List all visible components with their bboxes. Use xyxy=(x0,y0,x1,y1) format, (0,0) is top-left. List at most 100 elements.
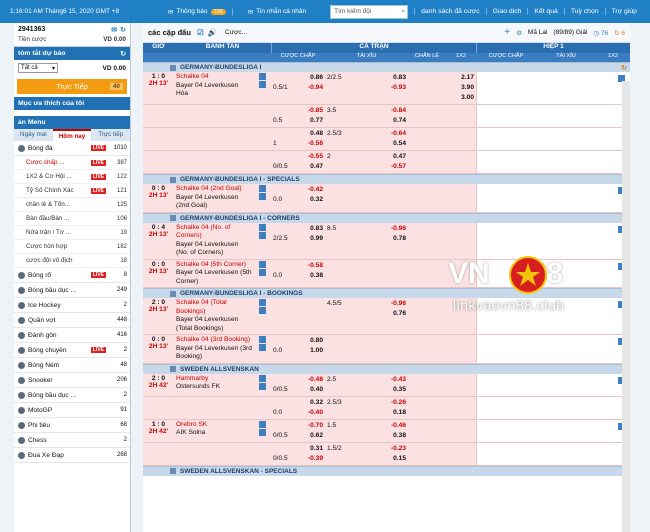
odds-value[interactable]: -0.93 xyxy=(372,83,406,93)
top-nav-item[interactable]: Kết quả xyxy=(527,8,563,15)
tab-tomorrow[interactable]: Ngày mai xyxy=(14,129,53,141)
odds-value[interactable]: 2.17 xyxy=(448,73,474,83)
collapse-icon[interactable] xyxy=(170,366,176,372)
top-nav-item[interactable]: Trợ giúp xyxy=(604,8,643,15)
odds-value[interactable]: -0.23 xyxy=(372,444,406,454)
sport-item[interactable]: Bóng đá LIVE 1010 xyxy=(14,141,130,156)
collapse-icon[interactable] xyxy=(170,468,176,474)
odds-type-select[interactable]: Mã Lai xyxy=(528,29,548,36)
league-header[interactable]: SWEDEN ALLSVENSKAN - SPECIALS xyxy=(143,465,630,476)
stats-icon[interactable] xyxy=(259,299,266,306)
league-header[interactable]: GERMANY-BUNDESLIGA I - BOOKINGS↻ xyxy=(143,288,630,298)
odds-value[interactable]: 0.31 xyxy=(293,444,323,454)
tab-live[interactable]: Trực tiếp xyxy=(91,129,131,141)
sport-item[interactable]: Đánh gôn 416 xyxy=(14,328,130,343)
sound-icon[interactable]: 🔊 xyxy=(208,28,217,37)
sport-subitem[interactable]: 1X2 & Cơ Hội ... LIVE 122 xyxy=(14,170,130,184)
odds-value[interactable]: 0.38 xyxy=(293,271,323,281)
favorites-header[interactable]: Mục ưa thích của tôi xyxy=(14,97,130,110)
odds-value[interactable]: -0.70 xyxy=(293,421,323,431)
summary-header[interactable]: tóm tắt dự báo ↻ xyxy=(14,47,130,60)
odds-value[interactable]: 0.18 xyxy=(372,408,406,418)
tv-icon[interactable] xyxy=(259,382,266,390)
odds-value[interactable]: 0.78 xyxy=(372,234,406,244)
scrollbar[interactable] xyxy=(622,81,630,532)
odds-value[interactable]: 0.80 xyxy=(293,336,323,346)
stats-icon[interactable] xyxy=(259,73,266,80)
sport-subitem[interactable]: cược đội vô địch 18 xyxy=(14,254,130,268)
odds-value[interactable]: 0.86 xyxy=(293,73,323,83)
odds-value[interactable]: 0.74 xyxy=(372,116,406,126)
tv-icon[interactable] xyxy=(259,193,266,200)
sport-subitem[interactable]: Bàn đầu/Bàn ... 106 xyxy=(14,212,130,226)
live-button[interactable]: Trực Tiếp 40 xyxy=(17,79,127,94)
tv-icon[interactable] xyxy=(259,231,266,239)
stats-icon[interactable] xyxy=(259,185,266,192)
odds-value[interactable]: -0.55 xyxy=(293,152,323,162)
collapse-icon[interactable] xyxy=(170,64,176,71)
counter-2[interactable]: ↻ 6 xyxy=(614,29,625,37)
league-header[interactable]: GERMANY-BUNDESLIGA I - CORNERS↻ xyxy=(143,212,630,223)
league-header[interactable]: GERMANY-BUNDESLIGA I - SPECIALS↻ xyxy=(143,174,630,184)
sport-item[interactable]: Bóng Ném 48 xyxy=(14,358,130,373)
league-header[interactable]: GERMANY-BUNDESLIGA I ↻ xyxy=(143,62,630,72)
odds-value[interactable]: 3.90 xyxy=(448,83,474,93)
sport-subitem[interactable]: Nửa trận / Tơ ... 19 xyxy=(14,226,130,240)
odds-value[interactable]: 0.62 xyxy=(293,431,323,441)
top-nav-item[interactable]: Tuỳ chọn xyxy=(563,8,605,15)
sport-subitem[interactable]: Tỷ Số Chính Xác LIVE 121 xyxy=(14,184,130,198)
checkbox-icon[interactable]: ☑ xyxy=(197,28,204,37)
sport-item[interactable]: Phi tiêu 68 xyxy=(14,418,130,433)
odds-value[interactable]: 0.32 xyxy=(293,195,323,205)
collapse-icon[interactable] xyxy=(170,215,176,221)
sport-item[interactable]: Bóng bầu dục ... 2 xyxy=(14,388,130,403)
odds-value[interactable]: 0.76 xyxy=(372,309,406,319)
sport-item[interactable]: Snooker 206 xyxy=(14,373,130,388)
odds-value[interactable]: -0.57 xyxy=(372,162,406,172)
sport-subitem[interactable]: chẵn lẻ & Tổn... 125 xyxy=(14,198,130,212)
league-count[interactable]: (89/89) Giải xyxy=(553,29,587,36)
search-input[interactable]: Tìm kiếm đội ⌕ xyxy=(330,4,409,19)
settings-icon[interactable]: ⚙ xyxy=(516,29,522,37)
tab-today[interactable]: Hôm nay xyxy=(52,129,92,141)
odds-value[interactable]: -0.48 xyxy=(293,375,323,385)
bet-type-select[interactable]: Cược... xyxy=(225,29,247,36)
sport-item[interactable]: MotoGP 91 xyxy=(14,403,130,418)
stats-icon[interactable] xyxy=(259,336,266,343)
sport-item[interactable]: Chess 2 xyxy=(14,433,130,448)
envelope-icon[interactable]: ✉ xyxy=(111,26,117,34)
odds-value[interactable]: -0.58 xyxy=(293,261,323,271)
tv-icon[interactable] xyxy=(259,268,266,276)
odds-value[interactable]: -0.46 xyxy=(372,421,406,431)
tv-icon[interactable] xyxy=(259,81,266,88)
stats-icon[interactable] xyxy=(259,223,266,231)
filter-select[interactable]: Tất cả ▾ xyxy=(18,63,58,73)
odds-value[interactable]: 1.00 xyxy=(293,346,323,356)
odds-value[interactable]: -0.56 xyxy=(293,139,323,149)
odds-value[interactable]: -0.96 xyxy=(372,299,406,309)
search-icon[interactable]: ⌕ xyxy=(402,8,408,16)
refresh-icon[interactable]: ↻ xyxy=(120,50,126,58)
top-nav-item[interactable]: danh sách đã cược xyxy=(414,8,486,15)
sport-item[interactable]: Bóng chuyền LIVE 2 xyxy=(14,343,130,358)
odds-value[interactable]: -0.40 xyxy=(293,408,323,418)
odds-value[interactable]: -0.42 xyxy=(293,185,323,195)
add-icon[interactable]: + xyxy=(504,27,510,38)
odds-value[interactable]: 0.38 xyxy=(372,431,406,441)
stats-icon[interactable] xyxy=(259,374,266,382)
tv-icon[interactable] xyxy=(259,344,266,351)
odds-value[interactable]: -0.96 xyxy=(372,224,406,234)
odds-value[interactable]: 0.32 xyxy=(293,398,323,408)
notice-link[interactable]: ✉ Thông báo 235 xyxy=(168,8,226,16)
odds-value[interactable]: -0.94 xyxy=(293,83,323,93)
odds-value[interactable]: 3.00 xyxy=(448,93,474,103)
odds-value[interactable]: 0.48 xyxy=(293,129,323,139)
odds-value[interactable]: -0.39 xyxy=(293,454,323,464)
odds-value[interactable]: 0.35 xyxy=(372,385,406,395)
refresh-icon[interactable]: ↻ xyxy=(621,64,627,72)
messages-link[interactable]: ✉ Tin nhắn cá nhân xyxy=(248,8,306,16)
sport-item[interactable]: Bóng bầu dục ... 249 xyxy=(14,283,130,298)
odds-value[interactable]: 0.47 xyxy=(372,152,406,162)
sport-subitem[interactable]: Cược hỗn hợp 182 xyxy=(14,240,130,254)
odds-value[interactable]: -0.43 xyxy=(372,375,406,385)
